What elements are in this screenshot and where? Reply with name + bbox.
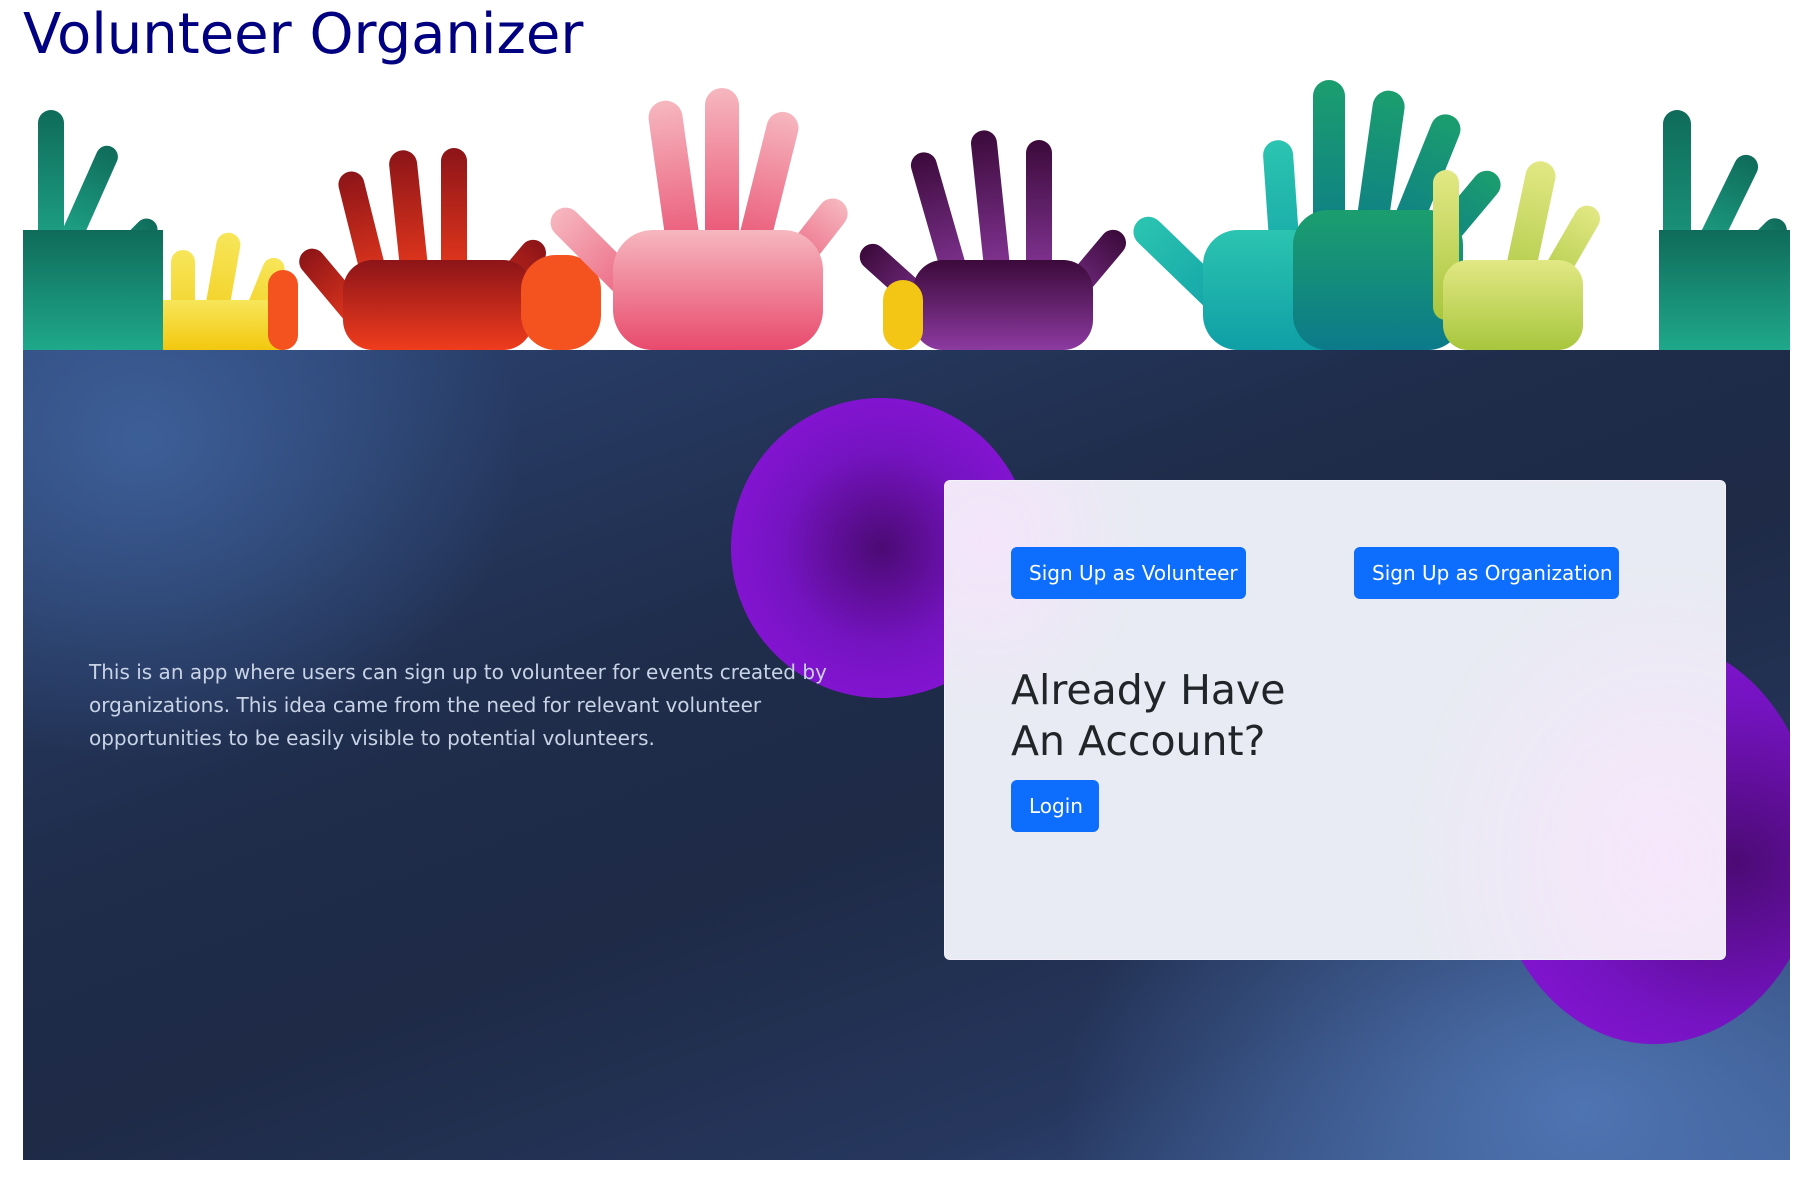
banner-hands-image	[23, 80, 1790, 350]
app-title: Volunteer Organizer	[23, 2, 584, 67]
app-description: This is an app where users can sign up t…	[89, 660, 827, 750]
hero-section: This is an app where users can sign up t…	[23, 350, 1790, 1160]
already-have-account-heading: Already Have An Account?	[1011, 666, 1286, 765]
signup-organization-button[interactable]: Sign Up as Organization	[1354, 547, 1619, 599]
signup-volunteer-button[interactable]: Sign Up as Volunteer	[1011, 547, 1246, 599]
auth-card: Sign Up as Volunteer Sign Up as Organiza…	[944, 480, 1726, 960]
login-button[interactable]: Login	[1011, 780, 1099, 832]
